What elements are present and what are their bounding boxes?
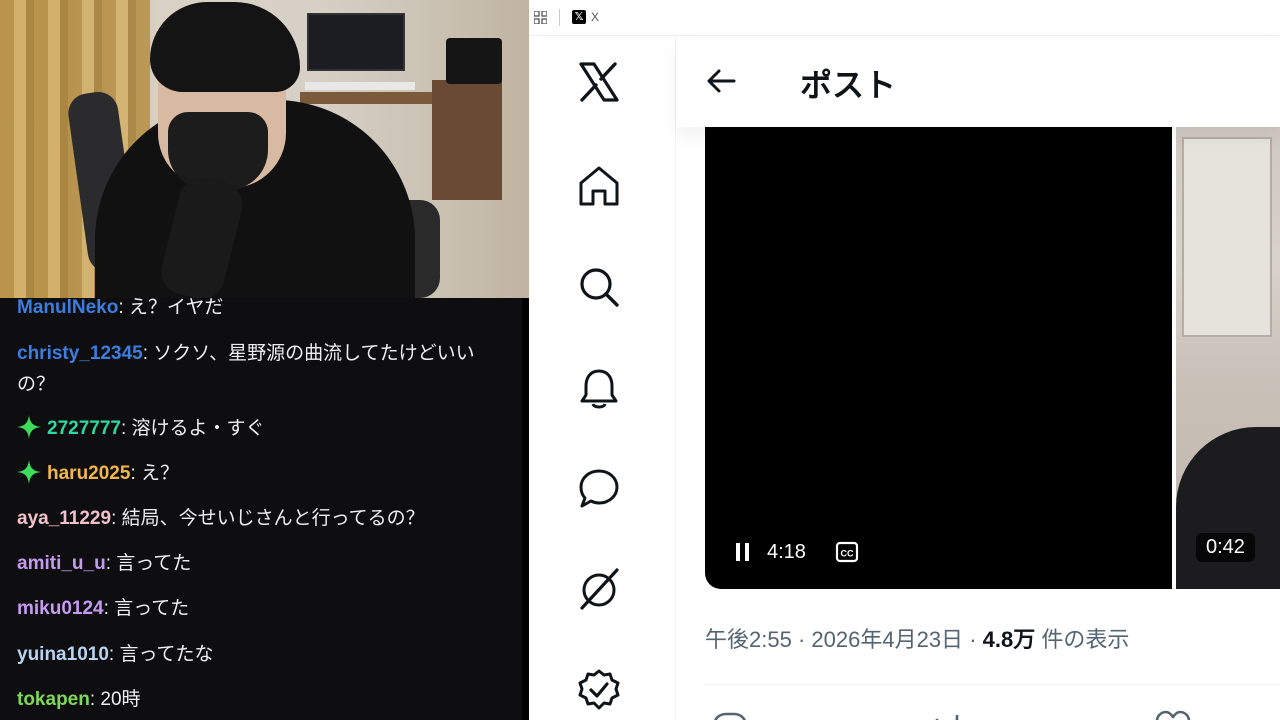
chat-username[interactable]: amiti_u_u — [17, 553, 106, 574]
second-video-thumbnail[interactable]: 0:42 — [1176, 127, 1280, 589]
chat-colon: : — [103, 598, 115, 619]
chat-colon: : — [111, 508, 122, 529]
chat-username[interactable]: ManulNeko — [17, 298, 118, 318]
video-elapsed-time: 4:18 — [767, 541, 806, 563]
verified-icon[interactable] — [577, 668, 621, 712]
chat-text: 言ってたな — [119, 644, 214, 665]
grok-icon[interactable] — [577, 567, 621, 611]
like-icon[interactable] — [1155, 710, 1191, 720]
chat-message: ManulNeko: え？イヤだ — [17, 298, 507, 323]
x-favicon-icon: 𝕏 — [572, 10, 586, 24]
chat-colon: : — [108, 644, 120, 665]
shelf — [432, 80, 502, 200]
tab-grid-icon[interactable] — [534, 11, 547, 24]
post-metadata: 午後2:55 · 2026年4月23日 · 4.8万 件の表示 — [705, 622, 1129, 654]
chat-message: amiti_u_u: 言ってた — [17, 548, 507, 579]
sparkle-badge-icon[interactable] — [17, 415, 41, 439]
tab-separator — [559, 9, 560, 26]
chat-username[interactable]: tokapen — [17, 689, 90, 710]
chat-colon: : — [130, 463, 142, 484]
chat-colon: : — [89, 689, 101, 710]
thumbnail-window — [1182, 137, 1272, 337]
chat-text: 言ってた — [116, 553, 192, 574]
chat-colon: : — [142, 343, 154, 364]
side-navigation — [529, 36, 676, 720]
tab-bar: 𝕏 X — [529, 0, 1280, 36]
amplifier — [446, 38, 502, 84]
chat-message: 2727777: 溶けるよ・すぐ — [17, 413, 507, 444]
chat-message: miku0124: 言ってた — [17, 593, 507, 624]
chat-colon: : — [118, 298, 129, 318]
tab-title[interactable]: X — [591, 10, 599, 24]
streamer-hair — [150, 2, 300, 92]
chat-message: yuina1010: 言ってたな — [17, 639, 507, 670]
browser-window: 𝕏 X ポスト 4:18 CC 0:42 午後2:55 · 2026年4月23日… — [529, 0, 1280, 720]
view-label: 件の表示 — [1041, 627, 1130, 652]
thumbnail-person — [1176, 427, 1280, 589]
chat-colon: : — [120, 418, 132, 439]
reply-icon[interactable] — [712, 710, 748, 720]
chat-colon: : — [105, 553, 117, 574]
chat-text: 結局、今せいじさんと行ってるの？ — [121, 508, 425, 529]
captions-icon[interactable]: CC — [835, 541, 859, 563]
repost-icon[interactable] — [929, 710, 965, 720]
chat-text: 溶けるよ・すぐ — [131, 418, 265, 439]
notifications-icon[interactable] — [577, 366, 621, 410]
chat-panel: ManulNeko: え？イヤだ christy_12345: ソクソ、星野源の曲… — [0, 298, 522, 720]
face-mask — [168, 112, 268, 190]
chat-message: haru2025: え？ — [17, 458, 507, 489]
video-duration-badge: 0:42 — [1196, 533, 1255, 562]
chat-username[interactable]: christy_12345 — [17, 343, 143, 364]
chat-text: え？イヤだ — [128, 298, 224, 318]
chat-message: christy_12345: ソクソ、星野源の曲流してたけどいいの？ — [17, 338, 507, 400]
sparkle-badge-icon[interactable] — [17, 460, 41, 484]
chat-message: aya_11229: 結局、今せいじさんと行ってるの？ — [17, 503, 507, 534]
video-player[interactable]: 4:18 CC — [705, 127, 1172, 589]
chat-message: tokapen: 20時 — [17, 684, 507, 715]
pause-icon[interactable] — [735, 543, 751, 561]
background-monitor — [307, 13, 405, 71]
post-header: ポスト — [676, 36, 1280, 127]
desk — [300, 92, 440, 104]
chat-username[interactable]: haru2025 — [47, 463, 130, 484]
chat-text: え？ — [141, 463, 180, 484]
divider — [705, 684, 1280, 685]
back-arrow-icon[interactable] — [704, 64, 738, 98]
svg-text:CC: CC — [841, 549, 854, 559]
chat-text: 言ってた — [114, 598, 190, 619]
webcam-feed — [0, 0, 529, 298]
chat-text: 20時 — [100, 689, 141, 710]
view-count: 4.8万 — [982, 627, 1036, 652]
messages-icon[interactable] — [577, 467, 621, 511]
post-time[interactable]: 午後2:55 — [705, 627, 792, 652]
search-icon[interactable] — [577, 265, 621, 309]
meta-dot-2: · — [969, 627, 977, 652]
post-date[interactable]: 2026年4月23日 — [811, 627, 963, 652]
chat-username[interactable]: yuina1010 — [17, 644, 109, 665]
x-logo-icon[interactable] — [577, 60, 621, 104]
keyboard — [305, 82, 415, 90]
page-title: ポスト — [800, 67, 897, 103]
chat-username[interactable]: miku0124 — [17, 598, 104, 619]
chat-username[interactable]: 2727777 — [47, 418, 121, 439]
chat-username[interactable]: aya_11229 — [17, 508, 111, 529]
main-column: ポスト 4:18 CC 0:42 午後2:55 · 2026年4月23日 · 4… — [676, 36, 1280, 720]
meta-dot: · — [797, 627, 806, 652]
home-icon[interactable] — [577, 164, 621, 208]
